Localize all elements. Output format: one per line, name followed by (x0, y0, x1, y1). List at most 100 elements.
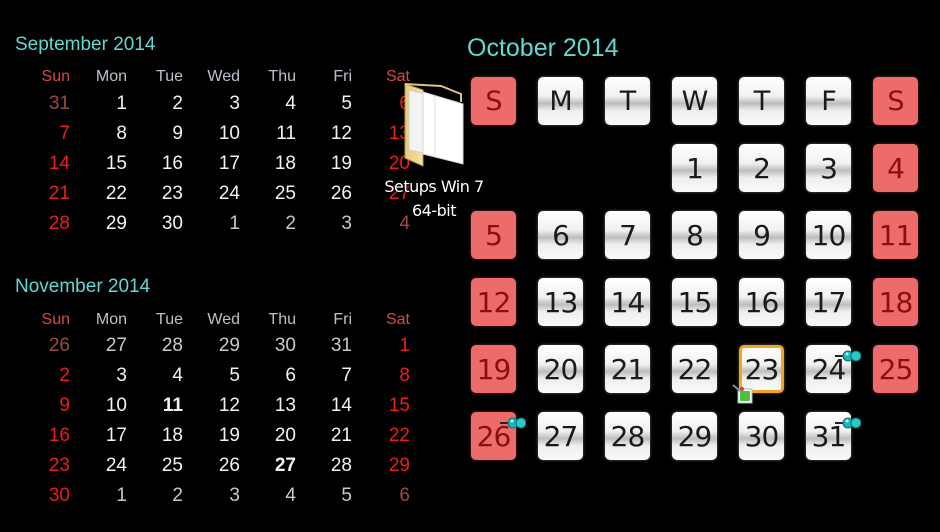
october-day-tile[interactable]: 12 (471, 278, 516, 326)
november-day-cell[interactable]: 1 (77, 485, 127, 507)
november-day-cell[interactable]: 14 (302, 395, 352, 417)
september-day-cell[interactable]: 16 (133, 153, 183, 175)
november-day-cell[interactable]: 27 (246, 455, 296, 477)
november-day-cell[interactable]: 26 (20, 335, 70, 357)
november-day-cell[interactable]: 27 (77, 335, 127, 357)
september-day-cell[interactable]: 25 (246, 183, 296, 205)
september-day-cell[interactable]: 1 (77, 93, 127, 115)
november-day-cell[interactable]: 21 (302, 425, 352, 447)
september-day-cell[interactable]: 12 (302, 123, 352, 145)
november-day-cell[interactable]: 31 (302, 335, 352, 357)
october-day-tile[interactable]: 9 (739, 211, 784, 259)
desktop-folder-label[interactable]: Setups Win 7 64-bit (380, 175, 488, 223)
september-day-cell[interactable]: 15 (77, 153, 127, 175)
september-day-cell[interactable]: 23 (133, 183, 183, 205)
november-day-cell[interactable]: 15 (360, 395, 410, 417)
september-day-cell[interactable]: 30 (133, 213, 183, 235)
november-day-cell[interactable]: 16 (20, 425, 70, 447)
november-day-cell[interactable]: 17 (77, 425, 127, 447)
october-day-tile[interactable]: 25 (873, 345, 918, 393)
september-day-cell[interactable]: 26 (302, 183, 352, 205)
november-day-cell[interactable]: 10 (77, 395, 127, 417)
september-day-cell[interactable]: 31 (20, 93, 70, 115)
november-day-cell[interactable]: 1 (360, 335, 410, 357)
september-day-cell[interactable]: 7 (20, 123, 70, 145)
november-day-cell[interactable]: 19 (190, 425, 240, 447)
october-day-tile[interactable]: 13 (538, 278, 583, 326)
november-day-cell[interactable]: 6 (246, 365, 296, 387)
october-day-tile[interactable]: 21 (605, 345, 650, 393)
october-day-tile[interactable]: 10 (806, 211, 851, 259)
november-day-cell[interactable]: 20 (246, 425, 296, 447)
september-day-cell[interactable]: 19 (302, 153, 352, 175)
october-day-tile[interactable]: 20 (538, 345, 583, 393)
october-day-tile[interactable]: 1 (672, 144, 717, 192)
october-day-tile-today[interactable]: 23 (732, 345, 784, 404)
october-day-tile[interactable]: 26 (471, 412, 527, 460)
september-day-cell[interactable]: 4 (246, 93, 296, 115)
october-day-tile[interactable]: 11 (873, 211, 918, 259)
october-day-tile[interactable]: 3 (806, 144, 851, 192)
september-day-cell[interactable]: 18 (246, 153, 296, 175)
november-day-cell[interactable]: 5 (190, 365, 240, 387)
october-day-tile[interactable]: 14 (605, 278, 650, 326)
november-day-cell[interactable]: 24 (77, 455, 127, 477)
september-day-cell[interactable]: 1 (190, 213, 240, 235)
october-day-tile[interactable]: 2 (739, 144, 784, 192)
november-day-cell[interactable]: 28 (133, 335, 183, 357)
september-day-cell[interactable]: 24 (190, 183, 240, 205)
november-day-cell[interactable]: 3 (190, 485, 240, 507)
november-day-cell[interactable]: 4 (133, 365, 183, 387)
october-day-tile[interactable]: 28 (605, 412, 650, 460)
october-day-tile[interactable]: 8 (672, 211, 717, 259)
september-day-cell[interactable]: 22 (77, 183, 127, 205)
october-day-tile[interactable]: 7 (605, 211, 650, 259)
september-day-cell[interactable]: 14 (20, 153, 70, 175)
september-day-cell[interactable]: 8 (77, 123, 127, 145)
october-day-tile[interactable]: 22 (672, 345, 717, 393)
november-day-cell[interactable]: 25 (133, 455, 183, 477)
november-day-cell[interactable]: 8 (360, 365, 410, 387)
september-day-cell[interactable]: 28 (20, 213, 70, 235)
november-day-cell[interactable]: 23 (20, 455, 70, 477)
october-day-tile[interactable]: 31 (806, 412, 862, 460)
november-day-cell[interactable]: 30 (20, 485, 70, 507)
november-day-cell[interactable]: 2 (20, 365, 70, 387)
november-day-cell[interactable]: 13 (246, 395, 296, 417)
september-day-cell[interactable]: 3 (302, 213, 352, 235)
october-day-tile[interactable]: 19 (471, 345, 516, 393)
november-day-cell[interactable]: 5 (302, 485, 352, 507)
october-day-tile[interactable]: 15 (672, 278, 717, 326)
november-day-cell[interactable]: 22 (360, 425, 410, 447)
october-day-tile[interactable]: 4 (873, 144, 918, 192)
september-day-cell[interactable]: 2 (133, 93, 183, 115)
november-day-cell[interactable]: 28 (302, 455, 352, 477)
november-day-cell[interactable]: 29 (190, 335, 240, 357)
november-day-cell[interactable]: 18 (133, 425, 183, 447)
october-day-tile[interactable]: 17 (806, 278, 851, 326)
september-day-cell[interactable]: 2 (246, 213, 296, 235)
november-day-cell[interactable]: 12 (190, 395, 240, 417)
october-day-tile[interactable]: 24 (806, 345, 862, 393)
september-day-cell[interactable]: 10 (190, 123, 240, 145)
october-day-tile[interactable]: 16 (739, 278, 784, 326)
september-day-cell[interactable]: 11 (246, 123, 296, 145)
november-day-cell[interactable]: 30 (246, 335, 296, 357)
october-day-tile[interactable]: 30 (739, 412, 784, 460)
september-day-cell[interactable]: 21 (20, 183, 70, 205)
desktop-folder-shortcut[interactable] (384, 80, 484, 175)
november-day-cell[interactable]: 4 (246, 485, 296, 507)
september-day-cell[interactable]: 3 (190, 93, 240, 115)
october-day-tile[interactable]: 6 (538, 211, 583, 259)
november-day-cell[interactable]: 26 (190, 455, 240, 477)
september-day-cell[interactable]: 5 (302, 93, 352, 115)
november-day-cell[interactable]: 9 (20, 395, 70, 417)
november-day-cell[interactable]: 11 (133, 395, 183, 417)
november-day-cell[interactable]: 6 (360, 485, 410, 507)
november-day-cell[interactable]: 7 (302, 365, 352, 387)
september-day-cell[interactable]: 29 (77, 213, 127, 235)
november-day-cell[interactable]: 29 (360, 455, 410, 477)
october-day-tile[interactable]: 18 (873, 278, 918, 326)
september-day-cell[interactable]: 17 (190, 153, 240, 175)
september-day-cell[interactable]: 9 (133, 123, 183, 145)
